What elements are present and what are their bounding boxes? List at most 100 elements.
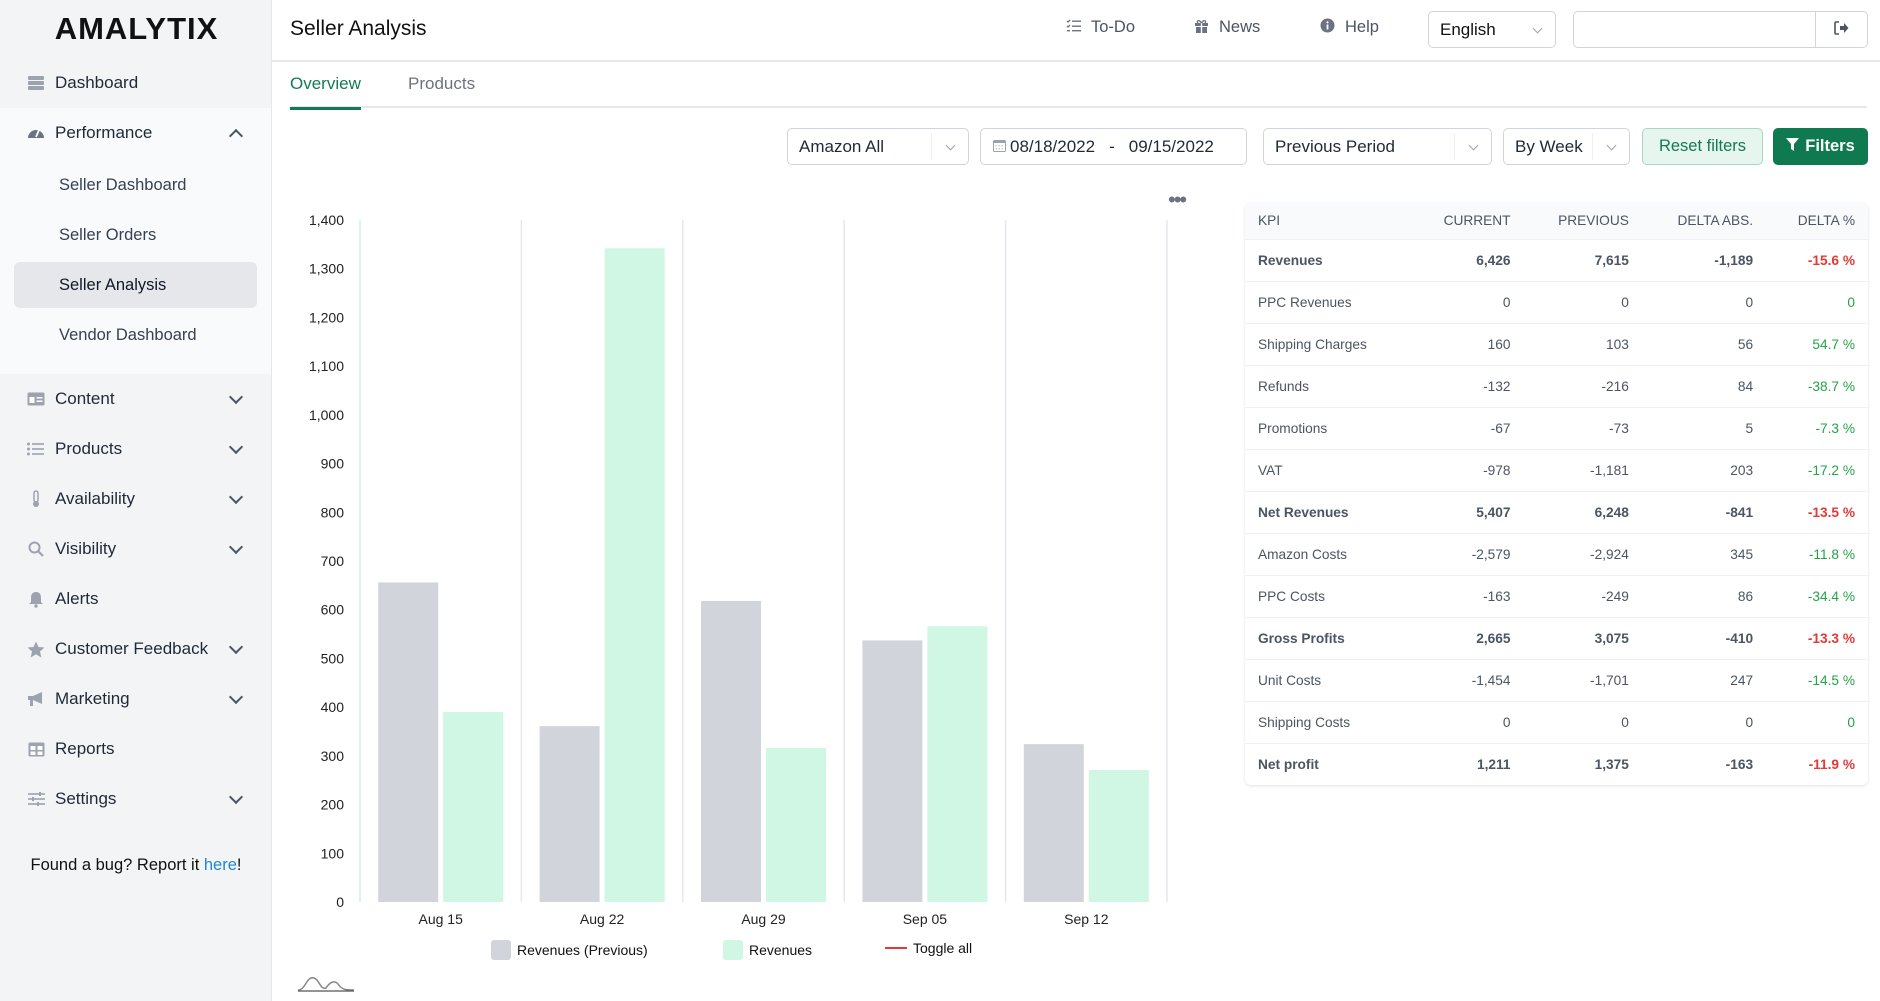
cell-previous: -249	[1523, 575, 1642, 618]
sidebar-subitem-seller-orders[interactable]: Seller Orders	[14, 212, 257, 258]
sidebar-item-visibility[interactable]: Visibility	[0, 524, 271, 574]
x-tick-label: Aug 29	[741, 911, 786, 927]
sidebar-item-products[interactable]: Products	[0, 424, 271, 474]
cell-delta-abs: -841	[1641, 491, 1767, 534]
cell-kpi: Shipping Costs	[1245, 701, 1410, 744]
tab-products[interactable]: Products	[408, 74, 475, 107]
bug-report-label: Found a bug? Report it	[30, 856, 204, 874]
chevron-down-icon	[1606, 140, 1617, 151]
column-header-delta-pct[interactable]: DELTA %	[1766, 203, 1868, 240]
comparison-select[interactable]: Previous Period	[1263, 128, 1492, 165]
date-to: 09/15/2022	[1128, 136, 1214, 156]
marketplace-select[interactable]: Amazon All	[787, 128, 969, 165]
kpi-table-header: KPI CURRENT PREVIOUS DELTA ABS. DELTA %	[1245, 203, 1868, 240]
cell-delta-abs: 345	[1641, 533, 1767, 576]
column-header-kpi[interactable]: KPI	[1245, 203, 1410, 240]
header-search-input[interactable]	[1574, 12, 1814, 47]
sidebar-subitem-seller-dashboard[interactable]: Seller Dashboard	[14, 162, 257, 208]
legend-label: Revenues	[749, 942, 813, 958]
help-link[interactable]: Help	[1320, 18, 1379, 37]
filters-label: Filters	[1805, 137, 1855, 155]
gift-icon	[1194, 19, 1209, 37]
cell-delta-abs: -163	[1725, 756, 1754, 772]
chevron-down-icon[interactable]	[228, 489, 244, 505]
sidebar-item-content[interactable]: Content	[0, 374, 271, 424]
y-tick-label: 200	[321, 797, 345, 813]
cell-kpi: Revenues	[1245, 239, 1410, 282]
granularity-select[interactable]: By Week	[1503, 128, 1630, 165]
cell-delta-pct: 54.7 %	[1766, 323, 1868, 366]
legend-toggle-all[interactable]: Toggle all	[885, 940, 972, 956]
cell-delta-abs: -410	[1641, 617, 1767, 660]
sidebar-item-reports[interactable]: Reports	[0, 724, 271, 774]
legend-item-revenues-previous[interactable]: Revenues (Previous)	[491, 940, 648, 960]
legend-item-revenues[interactable]: Revenues	[723, 940, 812, 960]
header-input-group	[1573, 11, 1868, 48]
sidebar-item-label: Availability	[55, 489, 136, 508]
cell-current: 0	[1409, 701, 1524, 744]
bug-report-link[interactable]: here	[204, 856, 237, 874]
news-link[interactable]: News	[1194, 18, 1260, 37]
cell-delta-abs: 203	[1641, 449, 1767, 492]
table-row: Shipping Costs 0 0 0 0	[1245, 701, 1868, 744]
cell-delta-abs: 84	[1641, 365, 1767, 408]
date-range-picker[interactable]: 08/18/2022 - 09/15/2022	[980, 128, 1247, 165]
chevron-down-icon[interactable]	[228, 639, 244, 655]
sidebar-item-customer-feedback[interactable]: Customer Feedback	[0, 624, 271, 674]
column-header-previous[interactable]: PREVIOUS	[1523, 203, 1642, 240]
column-header-current[interactable]: CURRENT	[1409, 203, 1524, 240]
tab-overview[interactable]: Overview	[290, 74, 361, 110]
todo-link[interactable]: To-Do	[1066, 18, 1135, 37]
sidebar-item-label: Performance	[55, 123, 153, 142]
chart-mini-logo-icon	[297, 977, 355, 992]
granularity-value: By Week	[1515, 137, 1583, 156]
bug-report-text: Found a bug? Report it here!	[0, 856, 272, 875]
cell-delta-pct: -38.7 %	[1766, 365, 1868, 408]
kpi-table: KPI CURRENT PREVIOUS DELTA ABS. DELTA % …	[1245, 203, 1868, 785]
y-tick-label: 300	[321, 748, 345, 764]
cell-kpi: Amazon Costs	[1245, 533, 1410, 576]
x-tick-label: Sep 12	[1064, 911, 1109, 927]
filter-icon	[1786, 137, 1800, 156]
bar-revenues-previous	[378, 582, 439, 902]
cell-kpi: Shipping Charges	[1245, 323, 1410, 366]
sidebar-item-marketing[interactable]: Marketing	[0, 674, 271, 724]
sidebar-item-dashboard[interactable]: Dashboard	[0, 58, 271, 108]
cell-delta-abs: 5	[1641, 407, 1767, 450]
sidebar-subitem-seller-analysis[interactable]: Seller Analysis	[14, 262, 257, 308]
logout-button[interactable]	[1815, 12, 1867, 47]
column-header-delta-abs[interactable]: DELTA ABS.	[1641, 203, 1767, 240]
sidebar-item-label: Dashboard	[55, 73, 139, 92]
reset-filters-button[interactable]: Reset filters	[1642, 128, 1763, 165]
chevron-down-icon[interactable]	[228, 439, 244, 455]
cell-previous: 3,075	[1523, 617, 1642, 660]
top-header: Seller Analysis To-Do News Help English	[272, 0, 1880, 62]
sidebar-item-availability[interactable]: Availability	[0, 474, 271, 524]
chevron-down-icon	[1532, 23, 1543, 34]
sidebar-item-alerts[interactable]: Alerts	[0, 574, 271, 624]
tab-bar: Overview Products	[290, 62, 1867, 110]
chevron-down-icon[interactable]	[228, 789, 244, 805]
app-logo[interactable]: AMALYTIX	[0, 0, 271, 58]
cell-delta-abs: 56	[1641, 323, 1767, 366]
sidebar-item-performance[interactable]: Performance	[0, 108, 271, 158]
chevron-down-icon[interactable]	[228, 689, 244, 705]
legend-label: Toggle all	[913, 940, 973, 956]
table-row: PPC Costs -163 -249 86 -34.4 %	[1245, 575, 1868, 618]
filters-button[interactable]: Filters	[1773, 128, 1868, 165]
cell-delta-abs: 86	[1641, 575, 1767, 618]
cell-kpi: PPC Revenues	[1245, 281, 1410, 324]
language-select[interactable]: English	[1428, 11, 1556, 48]
sidebar-subitem-vendor-dashboard[interactable]: Vendor Dashboard	[14, 312, 257, 358]
sidebar-item-settings[interactable]: Settings	[0, 774, 271, 824]
chevron-up-icon[interactable]	[228, 128, 244, 144]
chevron-down-icon[interactable]	[228, 539, 244, 555]
cell-delta-pct: 0	[1766, 281, 1868, 324]
kpi-table-card: KPI CURRENT PREVIOUS DELTA ABS. DELTA % …	[1245, 203, 1868, 785]
calendar-icon	[993, 137, 1006, 157]
help-label: Help	[1345, 18, 1379, 36]
legend-swatch	[723, 940, 743, 960]
sidebar-item-label: Customer Feedback	[55, 639, 209, 658]
y-tick-label: 1,100	[309, 358, 344, 374]
chevron-down-icon[interactable]	[228, 389, 244, 405]
